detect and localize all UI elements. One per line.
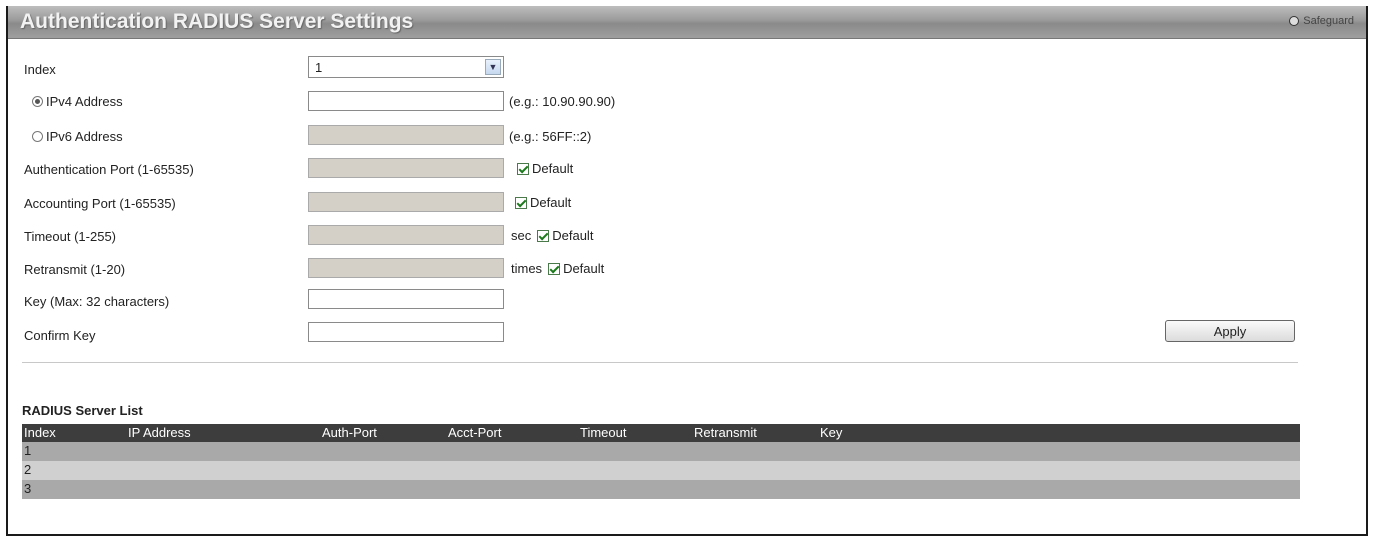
acct-port-label: Accounting Port (1-65535) [24,195,176,211]
row-index: 1 [24,443,32,458]
column-header-acct-port: Acct-Port [448,425,502,440]
auth-port-input[interactable] [308,158,504,178]
row-index: 3 [24,481,32,496]
auth-port-default-checkbox[interactable] [517,162,529,175]
index-select-value: 1 [315,60,323,75]
settings-panel: Authentication RADIUS Server Settings Sa… [6,6,1368,536]
title-bar: Authentication RADIUS Server Settings Sa… [8,6,1366,39]
acct-port-default: Default [515,195,571,210]
radius-server-list-title: RADIUS Server List [22,403,143,418]
acct-port-default-checkbox[interactable] [515,196,527,209]
timeout-label: Timeout (1-255) [24,228,116,244]
ipv6-label: IPv6 Address [46,128,123,144]
timeout-unit: sec [511,228,532,243]
retransmit-default-label: Default [563,261,605,276]
safeguard-label: Safeguard [1303,15,1354,27]
safeguard-icon [1289,16,1300,26]
ipv4-label: IPv4 Address [46,93,123,109]
index-select[interactable]: 1 ▼ [308,56,504,78]
acct-port-default-label: Default [530,195,572,210]
retransmit-input[interactable] [308,258,504,278]
auth-port-default-label: Default [532,161,574,176]
column-header-index: Index [24,425,56,440]
page-title: Authentication RADIUS Server Settings [20,10,414,33]
column-header-retransmit: Retransmit [694,425,757,440]
timeout-default-checkbox[interactable] [537,229,550,242]
safeguard-indicator: Safeguard [1289,15,1354,27]
column-header-auth-port: Auth-Port [322,425,377,440]
ipv4-radio[interactable] [32,95,43,107]
retransmit-default: times Default [511,261,604,276]
auth-port-default: Default [517,161,573,176]
table-row: 2 [22,461,1300,480]
index-label: Index [24,61,56,77]
table-header: Index IP Address Auth-Port Acct-Port Tim… [22,424,1300,442]
key-input[interactable] [308,289,504,309]
table-row: 3 [22,480,1300,499]
confirm-key-input[interactable] [308,322,504,342]
retransmit-label: Retransmit (1-20) [24,261,126,277]
radius-server-table: Index IP Address Auth-Port Acct-Port Tim… [22,424,1300,499]
ipv6-radio[interactable] [32,130,43,142]
acct-port-input[interactable] [308,192,504,212]
confirm-key-label: Confirm Key [24,327,96,343]
apply-button[interactable]: Apply [1165,320,1295,342]
auth-port-label: Authentication Port (1-65535) [24,161,194,177]
column-header-ip-address: IP Address [128,425,191,440]
timeout-default-label: Default [552,228,594,243]
divider [22,362,1298,363]
table-row: 1 [22,442,1300,461]
retransmit-unit: times [511,261,543,276]
retransmit-default-checkbox[interactable] [548,262,561,275]
ipv6-address-input[interactable] [308,125,504,145]
ipv4-address-input[interactable] [308,91,504,111]
ipv4-hint: (e.g.: 10.90.90.90) [509,94,616,109]
chevron-down-icon[interactable]: ▼ [485,59,501,75]
key-label: Key (Max: 32 characters) [24,293,170,309]
timeout-input[interactable] [308,225,504,245]
column-header-timeout: Timeout [580,425,627,440]
column-header-key: Key [820,425,843,440]
ipv4-row: IPv4 Address [32,90,123,112]
ipv6-row: IPv6 Address [32,125,123,147]
timeout-default: sec Default [511,228,593,243]
row-index: 2 [24,462,32,477]
ipv6-hint: (e.g.: 56FF::2) [509,129,592,144]
